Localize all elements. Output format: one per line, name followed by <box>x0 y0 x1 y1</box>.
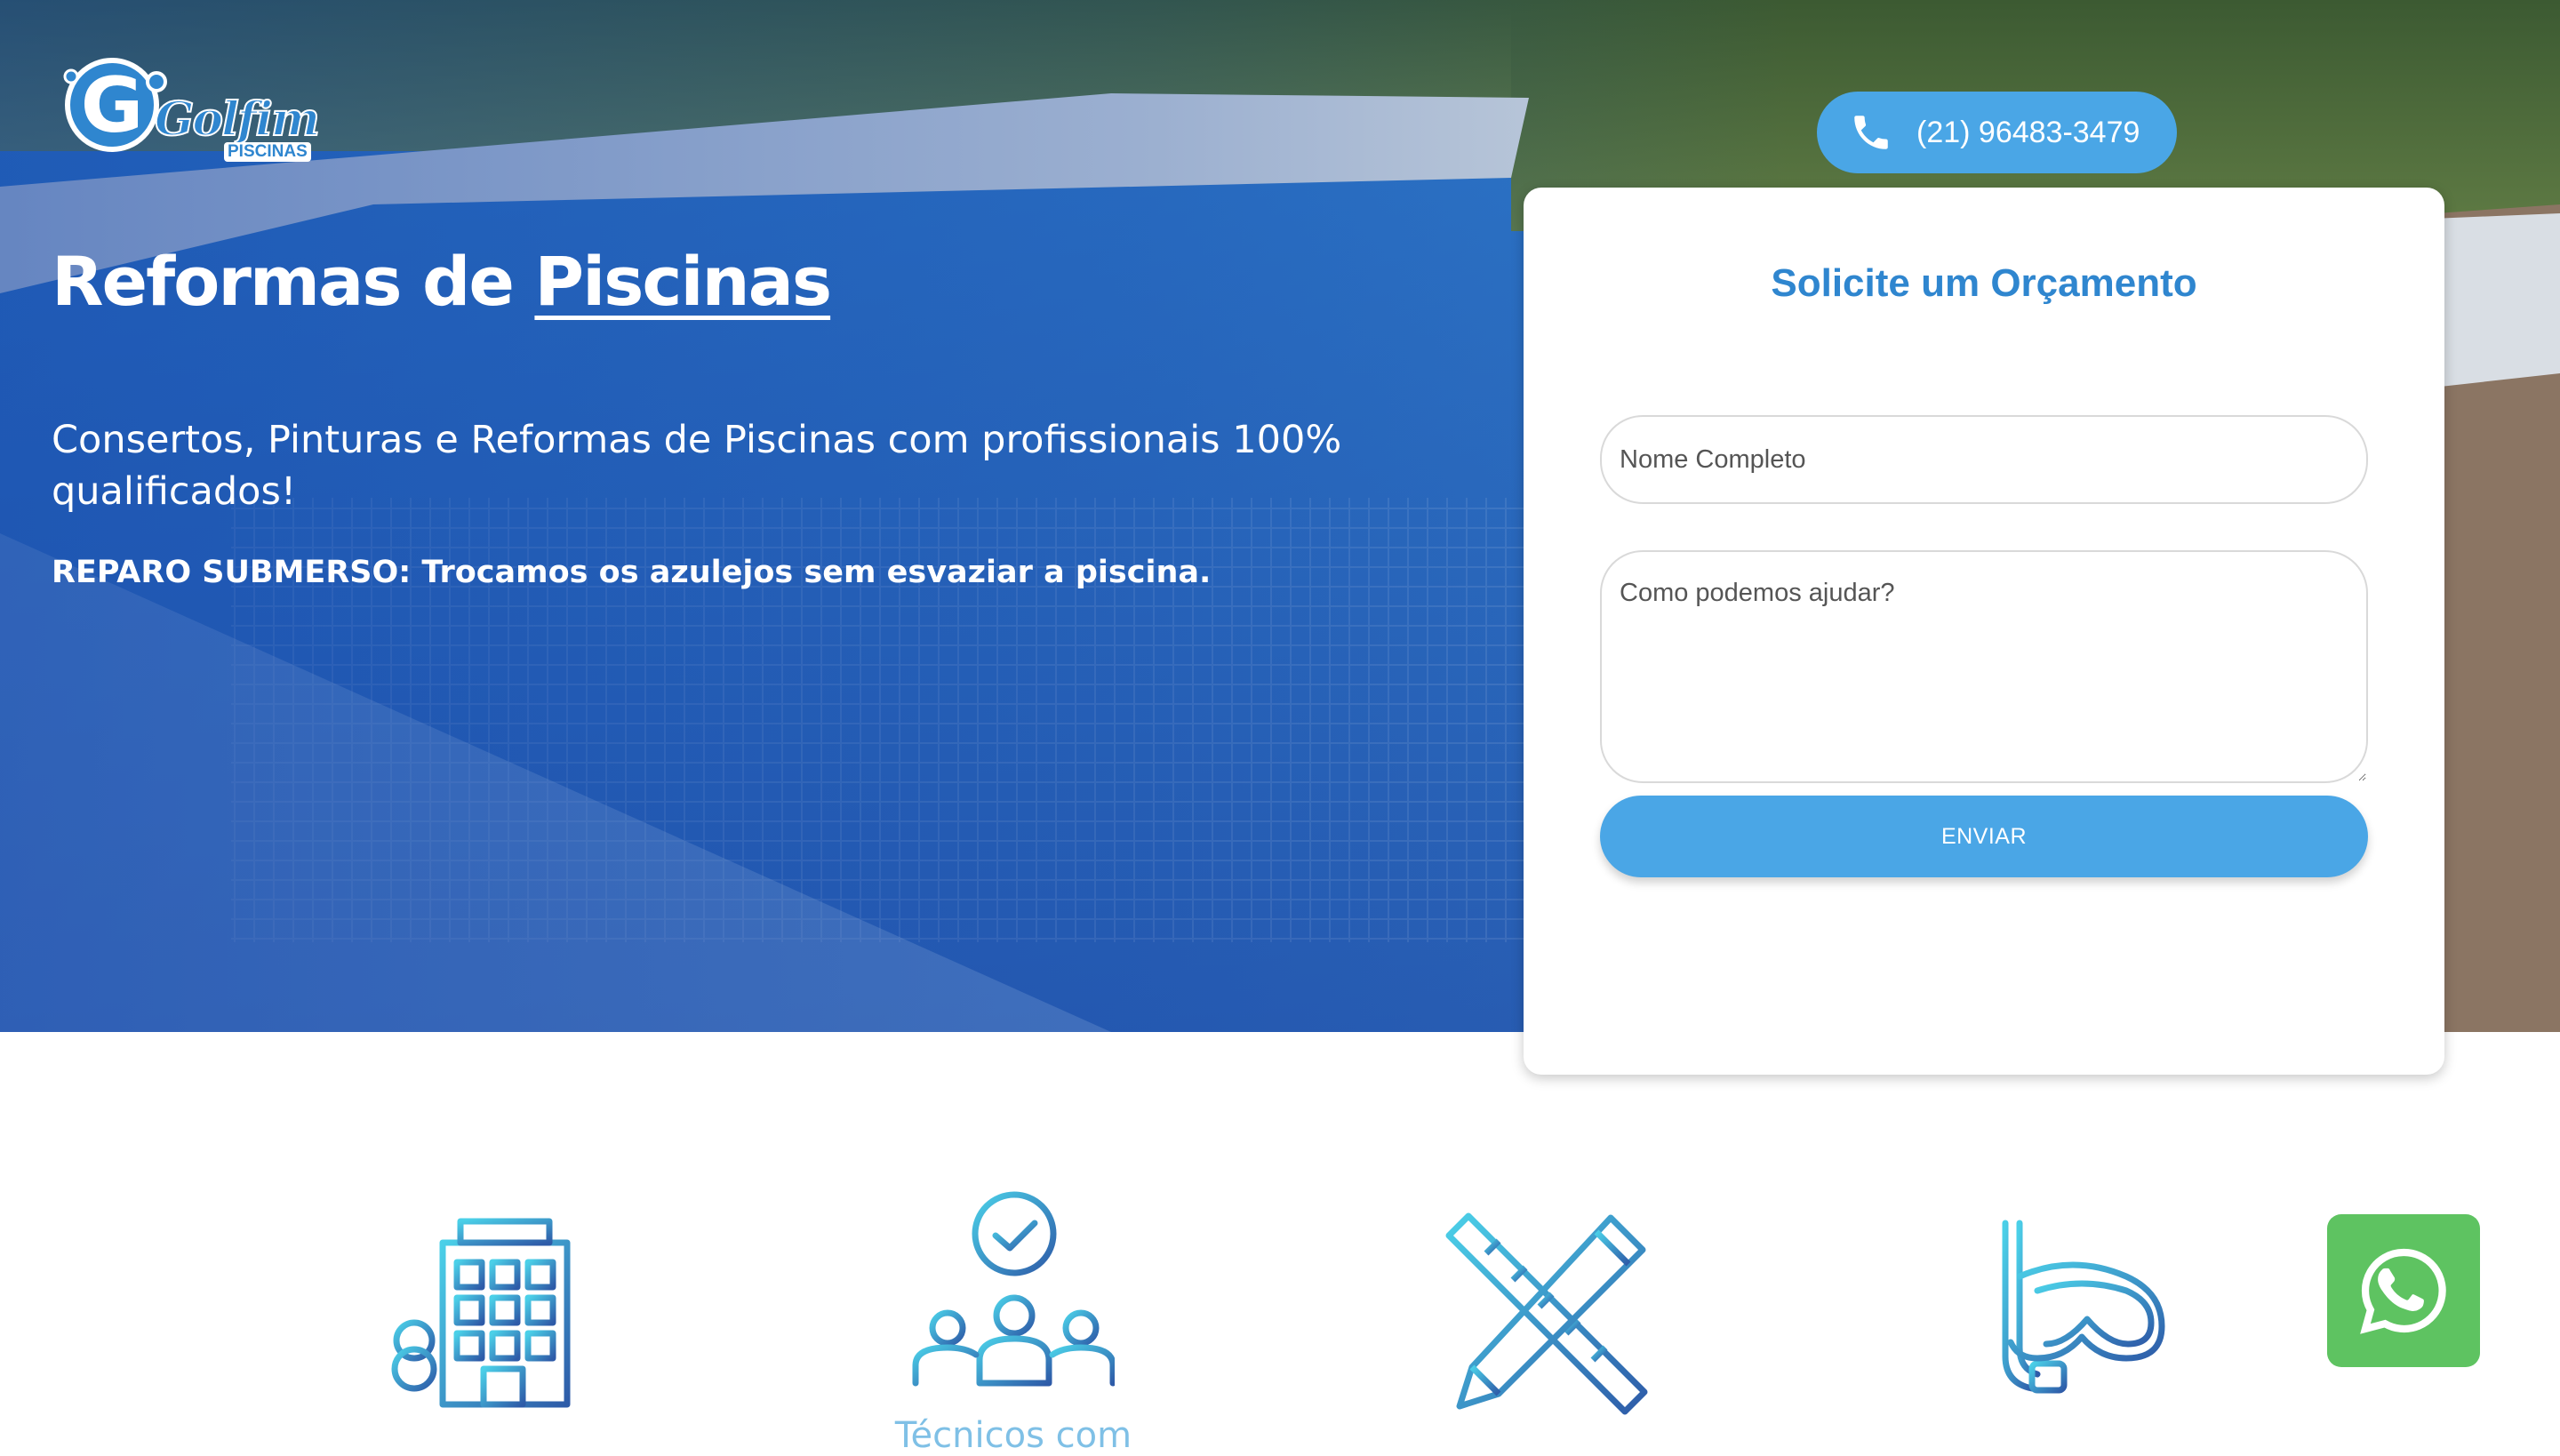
quote-form-card: Solicite um Orçamento ENVIAR <box>1524 188 2444 1075</box>
whatsapp-button[interactable] <box>2327 1214 2480 1367</box>
phone-icon <box>1854 116 1888 149</box>
svg-text:G: G <box>81 61 144 150</box>
snorkel-mask-icon <box>2002 1220 2165 1394</box>
hero-note: REPARO SUBMERSO: Trocamos os azulejos se… <box>52 555 1212 590</box>
logo[interactable]: G Golfim PISCINAS <box>50 46 321 171</box>
message-field[interactable] <box>1600 550 2368 783</box>
hero-subtitle: Consertos, Pinturas e Reformas de Piscin… <box>52 418 1342 514</box>
submit-button[interactable]: ENVIAR <box>1600 796 2368 877</box>
title-underlined: Piscinas <box>534 242 832 321</box>
building-icon <box>384 1218 578 1410</box>
name-field[interactable] <box>1600 415 2368 504</box>
feature-label: Técnicos com <box>894 1415 1132 1456</box>
logo-subtext: PISCINAS <box>224 142 311 162</box>
team-check-icon <box>912 1191 1115 1387</box>
logo-text: Golfim <box>154 92 321 148</box>
page-title: Reformas de Piscinas <box>52 242 832 321</box>
form-title: Solicite um Orçamento <box>1771 261 2197 305</box>
phone-number: (21) 96483-3479 <box>1916 115 2140 149</box>
phone-button[interactable]: (21) 96483-3479 <box>1817 92 2177 173</box>
whatsapp-icon <box>2360 1248 2446 1334</box>
title-plain: Reformas de <box>52 242 535 321</box>
ruler-pencil-icon <box>1445 1212 1648 1415</box>
